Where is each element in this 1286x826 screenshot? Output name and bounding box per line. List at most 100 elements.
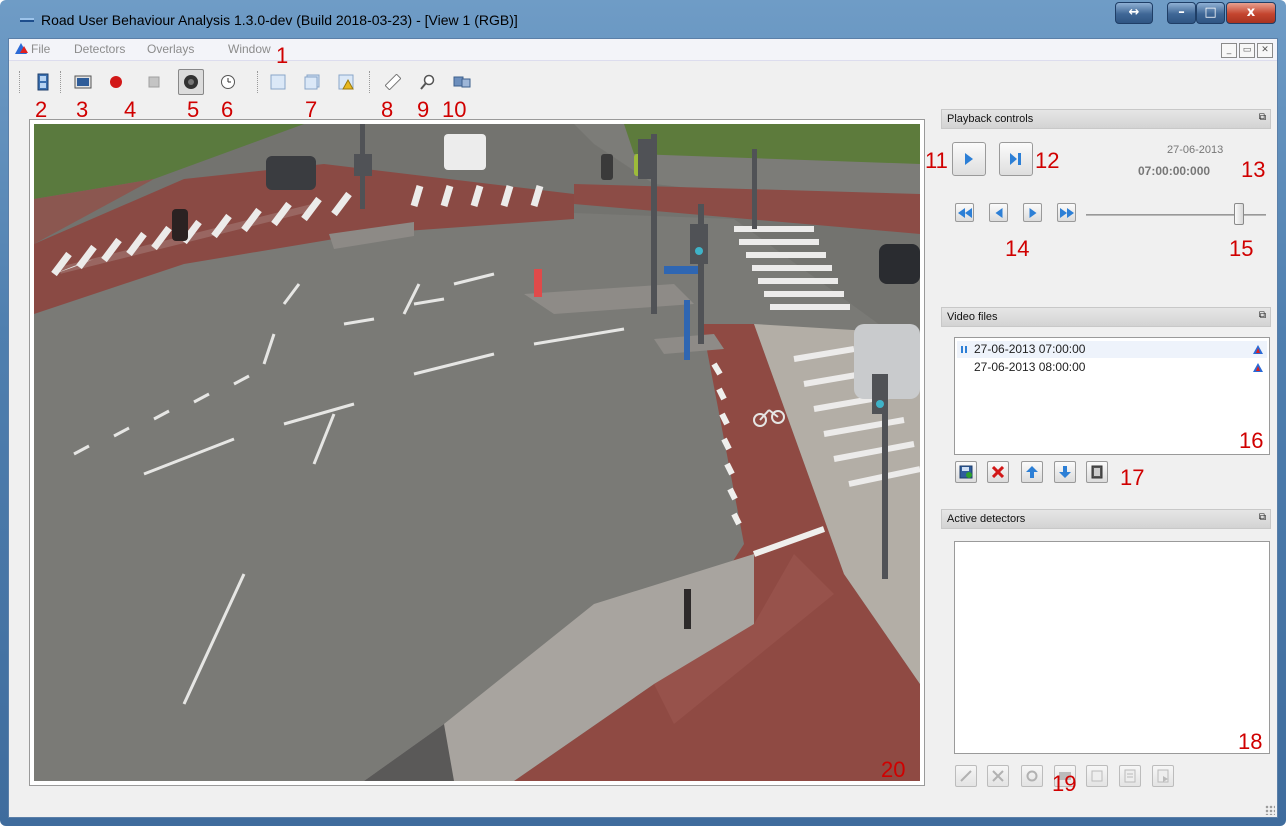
export-document-icon: [1157, 769, 1169, 783]
active-detectors-header[interactable]: Active detectors ⧉: [941, 509, 1271, 529]
intersection-camera-frame: [34, 124, 920, 781]
video-file-item[interactable]: 27-06-2013 07:00:00: [957, 341, 1267, 358]
app-logo-icon: [15, 43, 28, 54]
annotation-11: 11: [925, 148, 948, 173]
remove-detector-button[interactable]: [987, 765, 1009, 787]
edit-detector-button[interactable]: [955, 765, 977, 787]
zoom-button[interactable]: [415, 69, 441, 95]
annotation-9: 9: [417, 97, 430, 122]
video-info-button[interactable]: [1086, 461, 1108, 483]
detector-export-button[interactable]: [1152, 765, 1174, 787]
camera-view-icon: [184, 75, 198, 89]
add-video-button[interactable]: [955, 461, 977, 483]
playback-controls-header[interactable]: Playback controls ⧉: [941, 109, 1271, 129]
single-view-button[interactable]: [265, 69, 291, 95]
active-detectors-list[interactable]: [954, 541, 1270, 754]
remove-video-button[interactable]: [987, 461, 1009, 483]
annotation-13: 13: [1241, 157, 1266, 182]
resize-grip[interactable]: [1265, 805, 1275, 815]
delete-icon: [992, 770, 1004, 782]
fast-rewind-button[interactable]: [955, 203, 974, 222]
step-back-button[interactable]: [989, 203, 1008, 222]
video-files-list[interactable]: 27-06-2013 07:00:00 27-06-2013 08:00:00: [954, 337, 1270, 455]
playback-slider-handle[interactable]: [1233, 203, 1244, 225]
step-forward-button[interactable]: [1023, 203, 1042, 222]
arrow-up-icon: [1026, 466, 1038, 478]
zoom-icon: [420, 74, 435, 90]
menu-window[interactable]: Window: [228, 42, 271, 56]
dock-float-icon[interactable]: ⧉: [1259, 112, 1266, 123]
annotation-3: 3: [76, 97, 89, 122]
minimize-button[interactable]: –: [1167, 2, 1196, 24]
stop-button[interactable]: [141, 69, 167, 95]
save-add-icon: [959, 465, 973, 479]
play-button[interactable]: [952, 142, 986, 176]
annotation-19: 19: [1052, 771, 1077, 796]
timer-icon: [221, 75, 235, 89]
display-settings-button[interactable]: [449, 69, 475, 95]
menu-file[interactable]: File: [31, 42, 50, 56]
record-button[interactable]: [103, 69, 129, 95]
video-file-label: 27-06-2013 08:00:00: [974, 360, 1086, 374]
title-bar[interactable]: Road User Behaviour Analysis 1.3.0-dev (…: [0, 0, 1286, 38]
dock-float-icon[interactable]: ⧉: [1259, 310, 1266, 321]
fast-forward-icon: [1059, 207, 1074, 218]
video-file-item[interactable]: 27-06-2013 08:00:00: [957, 359, 1267, 376]
annotation-15: 15: [1229, 236, 1254, 261]
video-view[interactable]: [34, 124, 920, 781]
toolbar-separator: [19, 71, 21, 93]
snapshot-icon: [74, 75, 92, 89]
refresh-icon: [1026, 770, 1038, 782]
fast-forward-button[interactable]: [1057, 203, 1076, 222]
annotation-20: 20: [881, 757, 906, 782]
step-frame-button[interactable]: [999, 142, 1033, 176]
delete-icon: [992, 466, 1004, 478]
toolbar: [9, 62, 1277, 102]
pencil-icon: [960, 770, 972, 782]
fast-rewind-icon: [957, 207, 972, 218]
window-title: Road User Behaviour Analysis 1.3.0-dev (…: [41, 12, 518, 28]
annotation-6: 6: [221, 97, 234, 122]
multi-view-button[interactable]: [299, 69, 325, 95]
detector-list-button[interactable]: [1119, 765, 1141, 787]
mdi-restore-button[interactable]: ▭: [1239, 43, 1255, 58]
menu-detectors[interactable]: Detectors: [74, 42, 125, 56]
annotation-17: 17: [1120, 465, 1145, 490]
move-down-button[interactable]: [1054, 461, 1076, 483]
toolbar-separator: [369, 71, 371, 93]
maximize-button[interactable]: □: [1196, 2, 1225, 24]
detector-blank-button[interactable]: [1086, 765, 1108, 787]
warning-view-button[interactable]: [333, 69, 359, 95]
toolbar-separator: [60, 71, 62, 93]
stop-icon: [148, 76, 160, 88]
annotation-12: 12: [1035, 148, 1060, 173]
reset-detector-button[interactable]: [1021, 765, 1043, 787]
playing-indicator-icon: [961, 346, 967, 353]
annotation-16: 16: [1239, 428, 1264, 453]
display-settings-icon: [453, 76, 471, 88]
video-files-title: Video files: [947, 311, 998, 323]
step-forward-icon: [1029, 207, 1036, 218]
snapshot-button[interactable]: [70, 69, 96, 95]
application-window: Road User Behaviour Analysis 1.3.0-dev (…: [0, 0, 1286, 826]
menu-overlays[interactable]: Overlays: [147, 42, 194, 56]
main-client-area: File Detectors Overlays Window _ ▭ ✕ Pla…: [8, 38, 1278, 818]
current-date: 27-06-2013: [1167, 144, 1224, 156]
close-button[interactable]: x: [1226, 2, 1276, 24]
active-detectors-title: Active detectors: [947, 513, 1026, 525]
dock-float-icon[interactable]: ⧉: [1259, 512, 1266, 523]
mdi-minimize-button[interactable]: _: [1221, 43, 1237, 58]
ruler-button[interactable]: [380, 69, 406, 95]
warning-view-icon: [338, 74, 354, 90]
multi-view-icon: [304, 74, 320, 90]
move-up-button[interactable]: [1021, 461, 1043, 483]
video-files-header[interactable]: Video files ⧉: [941, 307, 1271, 327]
current-time: 07:00:00:000: [1138, 164, 1211, 178]
camera-view-button[interactable]: [178, 69, 204, 95]
timer-button[interactable]: [215, 69, 241, 95]
arrow-down-icon: [1059, 466, 1071, 478]
resize-button[interactable]: ↔: [1115, 2, 1153, 24]
ruler-icon: [385, 74, 401, 90]
open-video-button[interactable]: [30, 69, 56, 95]
mdi-close-button[interactable]: ✕: [1257, 43, 1273, 58]
